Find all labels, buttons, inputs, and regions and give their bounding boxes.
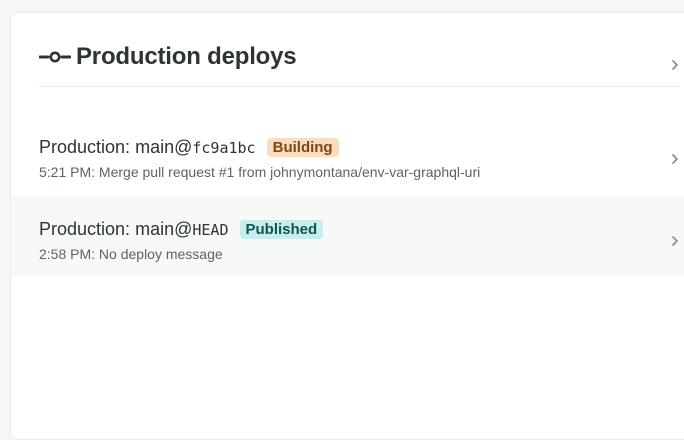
deploy-context: Production:	[39, 137, 131, 157]
deploy-time: 5:21 PM:	[39, 164, 96, 180]
deploy-branch: main@	[135, 219, 193, 239]
deploy-context: Production:	[39, 219, 131, 239]
deploy-subtitle: 5:21 PM: Merge pull request #1 from john…	[39, 164, 480, 180]
deploy-row[interactable]: Production: main@fc9a1bc Building 5:21 P…	[11, 115, 684, 195]
deploy-row[interactable]: Production: main@HEAD Published 2:58 PM:…	[11, 197, 684, 277]
chevron-right-icon[interactable]	[671, 235, 679, 247]
deploy-message: No deploy message	[98, 246, 223, 262]
panel-title: Production deploys	[76, 43, 297, 70]
production-deploys-header[interactable]: Production deploys	[39, 13, 679, 87]
deploy-time: 2:58 PM:	[39, 246, 96, 262]
production-deploys-card: Production deploys Production: main@fc9a…	[10, 12, 684, 440]
status-badge: Building	[266, 138, 339, 157]
git-commit-icon	[39, 51, 71, 63]
chevron-right-icon[interactable]	[671, 153, 679, 165]
chevron-right-icon[interactable]	[671, 59, 679, 71]
status-badge: Published	[239, 220, 324, 239]
deploy-title: Production: main@HEAD Published	[39, 219, 324, 240]
deploy-branch: main@	[135, 137, 193, 157]
deploy-commit: fc9a1bc	[192, 139, 256, 157]
deploy-commit: HEAD	[192, 221, 229, 239]
deploy-message: Merge pull request #1 from johnymontana/…	[98, 164, 481, 180]
deploy-title: Production: main@fc9a1bc Building	[39, 137, 339, 158]
deploy-subtitle: 2:58 PM: No deploy message	[39, 246, 223, 262]
